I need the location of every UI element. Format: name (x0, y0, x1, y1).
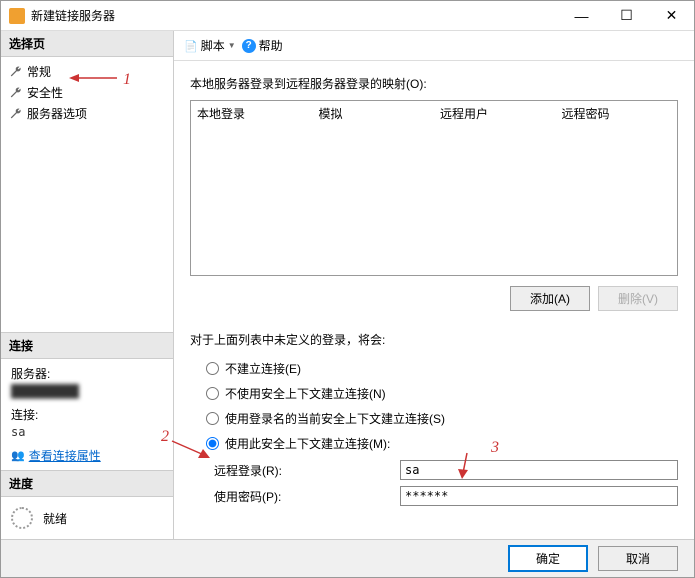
wrench-icon (9, 65, 23, 79)
password-label: 使用密码(P): (214, 488, 400, 505)
col-remote-user[interactable]: 远程用户 (434, 101, 556, 126)
radio-label: 不使用安全上下文建立连接(N) (225, 385, 386, 402)
sidebar-item-server-options[interactable]: 服务器选项 (1, 103, 173, 124)
sidebar: 选择页 常规 安全性 服务器选项 连接 服务器: ████████ 连接: sa… (1, 31, 174, 539)
radio-no-connect[interactable]: 不建立连接(E) (206, 356, 678, 381)
maximize-button[interactable]: ☐ (604, 1, 649, 30)
remove-button: 删除(V) (598, 286, 678, 311)
footer: 确定 取消 (1, 539, 694, 577)
spinner-icon (11, 507, 33, 529)
radio-current-security[interactable]: 使用登录名的当前安全上下文建立连接(S) (206, 406, 678, 431)
sidebar-item-label: 安全性 (27, 84, 63, 101)
chevron-down-icon: ▼ (228, 41, 236, 50)
mapping-rows (191, 126, 677, 276)
mapping-table[interactable]: 本地登录 模拟 远程用户 远程密码 (190, 100, 678, 276)
app-icon (9, 8, 25, 24)
radio-label: 使用登录名的当前安全上下文建立连接(S) (225, 410, 445, 427)
toolbar: 脚本 ▼ ? 帮助 (174, 31, 694, 61)
connection-value: sa (11, 425, 163, 439)
script-label: 脚本 (201, 37, 225, 54)
col-remote-password[interactable]: 远程密码 (556, 101, 678, 126)
sidebar-item-label: 常规 (27, 63, 51, 80)
ok-button[interactable]: 确定 (508, 545, 588, 572)
radio-label: 使用此安全上下文建立连接(M): (225, 435, 390, 452)
remote-login-label: 远程登录(R): (214, 462, 400, 479)
minimize-button[interactable]: — (559, 1, 604, 30)
add-button[interactable]: 添加(A) (510, 286, 590, 311)
progress-header: 进度 (1, 470, 173, 497)
sidebar-item-general[interactable]: 常规 (1, 61, 173, 82)
col-local-login[interactable]: 本地登录 (191, 101, 313, 126)
people-icon: 👥 (11, 449, 25, 462)
mapping-label: 本地服务器登录到远程服务器登录的映射(O): (190, 75, 678, 92)
radio-input[interactable] (206, 387, 219, 400)
radio-use-this-security[interactable]: 使用此安全上下文建立连接(M): (206, 431, 678, 456)
close-button[interactable]: ✕ (649, 1, 694, 30)
wrench-icon (9, 107, 23, 121)
help-icon: ? (242, 39, 256, 53)
connection-header: 连接 (1, 332, 173, 359)
undefined-logins-label: 对于上面列表中未定义的登录，将会: (190, 331, 678, 348)
sidebar-item-security[interactable]: 安全性 (1, 82, 173, 103)
radio-input[interactable] (206, 437, 219, 450)
help-button[interactable]: ? 帮助 (242, 37, 283, 54)
window-title: 新建链接服务器 (31, 7, 559, 24)
titlebar: 新建链接服务器 — ☐ ✕ (1, 1, 694, 31)
wrench-icon (9, 86, 23, 100)
password-input[interactable] (400, 486, 678, 506)
connection-label: 连接: (11, 406, 163, 423)
select-page-header: 选择页 (1, 31, 173, 57)
radio-label: 不建立连接(E) (225, 360, 301, 377)
remote-login-input[interactable] (400, 460, 678, 480)
main-panel: 脚本 ▼ ? 帮助 本地服务器登录到远程服务器登录的映射(O): 本地登录 模拟… (174, 31, 694, 539)
server-value: ████████ (11, 384, 163, 398)
sidebar-item-label: 服务器选项 (27, 105, 87, 122)
radio-input[interactable] (206, 412, 219, 425)
radio-no-security[interactable]: 不使用安全上下文建立连接(N) (206, 381, 678, 406)
script-icon (184, 39, 198, 53)
server-label: 服务器: (11, 365, 163, 382)
help-label: 帮助 (259, 37, 283, 54)
col-impersonate[interactable]: 模拟 (313, 101, 435, 126)
view-connection-properties-link[interactable]: 查看连接属性 (29, 447, 101, 464)
cancel-button[interactable]: 取消 (598, 546, 678, 571)
script-button[interactable]: 脚本 ▼ (184, 37, 236, 54)
radio-input[interactable] (206, 362, 219, 375)
radio-group: 不建立连接(E) 不使用安全上下文建立连接(N) 使用登录名的当前安全上下文建立… (190, 356, 678, 456)
progress-status: 就绪 (43, 510, 67, 527)
